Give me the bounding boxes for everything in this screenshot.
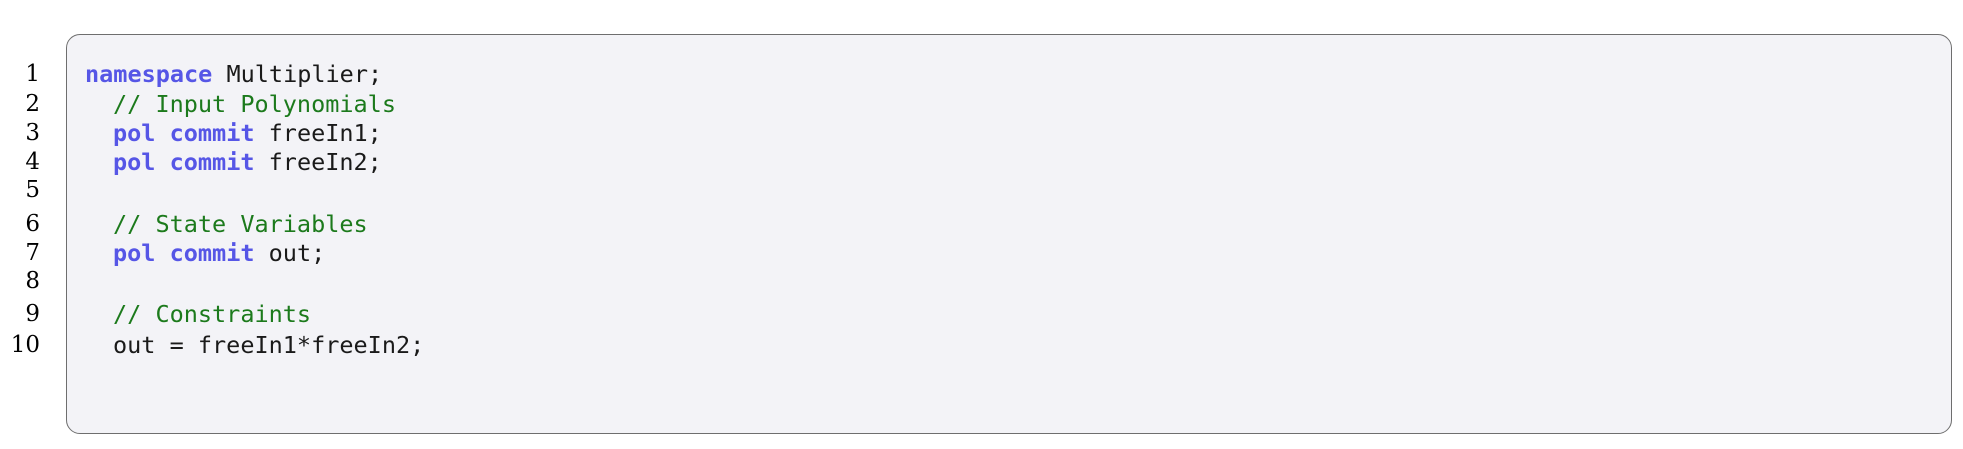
line-number: 8 <box>25 268 40 294</box>
code-line: pol commit freeIn1; <box>85 118 382 148</box>
code-keyword: pol <box>113 239 156 267</box>
code-text: freeIn1; <box>254 119 382 147</box>
line-number: 3 <box>25 120 40 146</box>
code-keyword: pol <box>113 148 156 176</box>
code-text: out = freeIn1*freeIn2; <box>113 331 425 359</box>
code-text: Multiplier; <box>212 60 383 88</box>
code-text: out; <box>254 239 326 267</box>
line-number: 1 <box>25 61 40 87</box>
line-number: 5 <box>25 177 40 203</box>
code-comment: // Constraints <box>113 300 312 328</box>
code-line: out = freeIn1*freeIn2; <box>85 330 424 360</box>
code-line: pol commit out; <box>85 238 325 268</box>
line-number: 9 <box>25 301 40 327</box>
code-line: // Constraints <box>85 299 311 329</box>
code-text: freeIn2; <box>254 148 382 176</box>
line-number: 2 <box>25 91 40 117</box>
code-comment: // State Variables <box>113 210 368 238</box>
code-keyword: commit <box>169 148 255 176</box>
code-line: pol commit freeIn2; <box>85 147 382 177</box>
code-keyword: pol <box>113 119 156 147</box>
code-line: // State Variables <box>85 209 368 239</box>
line-number: 7 <box>25 240 40 266</box>
code-line: namespace Multiplier; <box>85 59 382 89</box>
line-number: 4 <box>25 149 40 175</box>
line-number: 10 <box>10 332 40 358</box>
code-keyword: namespace <box>85 60 213 88</box>
line-number: 6 <box>25 211 40 237</box>
code-keyword: commit <box>169 239 255 267</box>
code-comment: // Input Polynomials <box>113 90 396 118</box>
code-line: // Input Polynomials <box>85 89 396 119</box>
code-keyword: commit <box>169 119 255 147</box>
